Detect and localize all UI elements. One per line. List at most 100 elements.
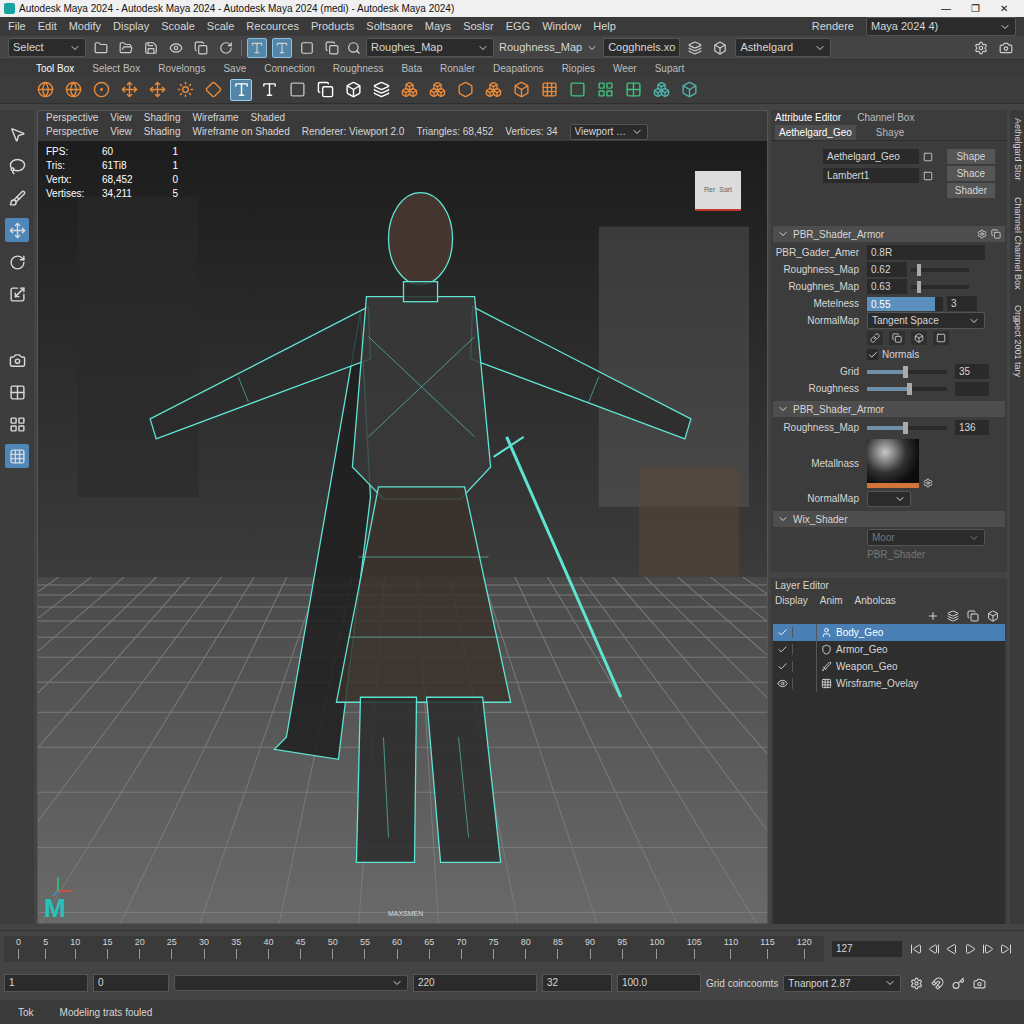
- toolbar-button[interactable]: [996, 38, 1016, 58]
- node-name-field[interactable]: Aethelgard_Geo: [823, 149, 919, 164]
- range-field[interactable]: 220: [413, 974, 537, 992]
- menu-item[interactable]: Products: [311, 18, 354, 35]
- attribute-slider[interactable]: [911, 285, 969, 289]
- toolbar-button[interactable]: [247, 38, 267, 58]
- viewport-menu-item[interactable]: Perspective: [46, 126, 98, 138]
- viewport-menu-item[interactable]: Perspective: [46, 112, 98, 124]
- shelf-tab[interactable]: Select Box: [92, 61, 140, 76]
- range-field[interactable]: 1: [4, 974, 88, 992]
- shelf-tool-button[interactable]: [286, 79, 308, 101]
- tool-button[interactable]: [5, 380, 29, 404]
- key-icon[interactable]: [952, 977, 965, 990]
- node-button[interactable]: Shace: [947, 166, 995, 181]
- menu-item[interactable]: Mays: [425, 18, 451, 35]
- viewport-menu-item[interactable]: View: [110, 126, 132, 138]
- tool-button[interactable]: [5, 122, 29, 146]
- shelf-tool-button[interactable]: [566, 79, 588, 101]
- shelf-tool-button[interactable]: [482, 79, 504, 101]
- attribute-bar[interactable]: 0.55: [867, 297, 943, 311]
- attribute-tool-button[interactable]: [933, 331, 949, 345]
- tool-button[interactable]: [5, 186, 29, 210]
- shelf-tab[interactable]: Save: [223, 61, 246, 76]
- menu-item[interactable]: Scoale: [161, 18, 195, 35]
- tool-button[interactable]: [5, 348, 29, 372]
- play-forwards-icon[interactable]: [964, 943, 976, 955]
- shelf-tool-button[interactable]: [90, 79, 112, 101]
- attribute-value[interactable]: [955, 382, 989, 396]
- viewport-canvas[interactable]: FPS:601Tris:61Ti81Vertx:68,4520Vertises:…: [38, 141, 767, 923]
- shelf-tab[interactable]: Roughness: [333, 61, 384, 76]
- magnet-icon[interactable]: [931, 977, 944, 990]
- menu-item[interactable]: Display: [113, 18, 149, 35]
- shelf-tool-button[interactable]: [678, 79, 700, 101]
- viewport-menu-item[interactable]: Shading: [144, 126, 181, 138]
- menu-item[interactable]: Soltsaore: [366, 18, 412, 35]
- layer-row[interactable]: Weapon_Geo: [773, 658, 1005, 675]
- visibility-check-icon[interactable]: [777, 661, 788, 672]
- menu-item[interactable]: Help: [593, 18, 616, 35]
- shelf-tool-button[interactable]: [62, 79, 84, 101]
- tool-button[interactable]: [5, 412, 29, 436]
- toolbar-button[interactable]: [272, 38, 292, 58]
- side-tab[interactable]: Chamnel Chamnel Box: [1010, 197, 1024, 290]
- toolbar-button[interactable]: [297, 38, 317, 58]
- attribute-tool-button[interactable]: [867, 331, 883, 345]
- normals-checkbox[interactable]: Normals: [867, 347, 919, 362]
- map-dropdown[interactable]: Roughes_Map: [366, 38, 494, 57]
- viewport-menu-item[interactable]: Wireframe: [192, 112, 238, 124]
- layer-menu-item[interactable]: Display: [775, 593, 808, 608]
- attribute-slider[interactable]: [867, 387, 947, 391]
- box-icon[interactable]: [987, 610, 999, 622]
- step-forward-icon[interactable]: [982, 943, 994, 955]
- gear-icon[interactable]: [910, 977, 923, 990]
- toolbar-button[interactable]: [710, 38, 730, 58]
- menu-item[interactable]: EGG: [506, 18, 530, 35]
- shelf-tool-button[interactable]: [314, 79, 336, 101]
- shelf-tab[interactable]: Connection: [264, 61, 315, 76]
- attribute-slider[interactable]: [911, 268, 969, 272]
- shelf-tool-button[interactable]: [370, 79, 392, 101]
- attribute-field[interactable]: 0.8R: [867, 245, 985, 260]
- toolbar-button[interactable]: [141, 38, 161, 58]
- attribute-value[interactable]: 0.62: [867, 262, 907, 277]
- window-control-button[interactable]: —: [941, 1, 951, 16]
- attribute-slider[interactable]: [867, 370, 947, 374]
- shelf-tab[interactable]: Ronaler: [440, 61, 475, 76]
- current-frame-field[interactable]: 127: [832, 941, 902, 957]
- layer-menu-item[interactable]: Anbolcas: [855, 593, 896, 608]
- camera-icon[interactable]: [973, 977, 986, 990]
- viewport-renderer-dropdown[interactable]: Viewport 2.0: [570, 124, 648, 140]
- layer-menu-item[interactable]: Anim: [820, 593, 843, 608]
- view-cube[interactable]: RerSart: [695, 171, 741, 211]
- toolbar-button[interactable]: [191, 38, 211, 58]
- panel-tab[interactable]: Channel Box: [857, 110, 914, 125]
- shelf-tab[interactable]: Deapations: [493, 61, 544, 76]
- shelf-tool-button[interactable]: [538, 79, 560, 101]
- section-header[interactable]: PBR_Shader_Armor: [773, 226, 1005, 242]
- attribute-dropdown[interactable]: Moor: [867, 529, 985, 546]
- layer-row[interactable]: Armor_Geo: [773, 641, 1005, 658]
- attribute-value[interactable]: 0.63: [867, 279, 907, 294]
- viewport-menu-item[interactable]: Shaded: [251, 112, 285, 124]
- menu-item[interactable]: Recources: [246, 18, 299, 35]
- layer-row[interactable]: Body_Geo: [773, 624, 1005, 641]
- attribute-value[interactable]: 136: [955, 420, 989, 435]
- step-back-icon[interactable]: [928, 943, 940, 955]
- toolbar-button[interactable]: [685, 38, 705, 58]
- shelf-tool-button[interactable]: [650, 79, 672, 101]
- go-to-start-icon[interactable]: [910, 943, 922, 955]
- shelf-tool-button[interactable]: [622, 79, 644, 101]
- toolbar-button[interactable]: [971, 38, 991, 58]
- attribute-dropdown[interactable]: [867, 491, 911, 507]
- menu-item[interactable]: File: [8, 18, 26, 35]
- node-button[interactable]: Shape: [947, 149, 995, 164]
- material-swatch[interactable]: [867, 439, 933, 488]
- side-tab[interactable]: Aethelgard Stor: [1010, 118, 1024, 181]
- layer-row[interactable]: Wirsframe_Ovelay: [773, 675, 1005, 692]
- shelf-tool-button[interactable]: [594, 79, 616, 101]
- shelf-tool-button[interactable]: [118, 79, 140, 101]
- attribute-value[interactable]: 35: [955, 364, 989, 379]
- attribute-slider[interactable]: [867, 426, 947, 430]
- copy-icon[interactable]: [967, 610, 979, 622]
- shelf-tool-button[interactable]: [230, 79, 252, 101]
